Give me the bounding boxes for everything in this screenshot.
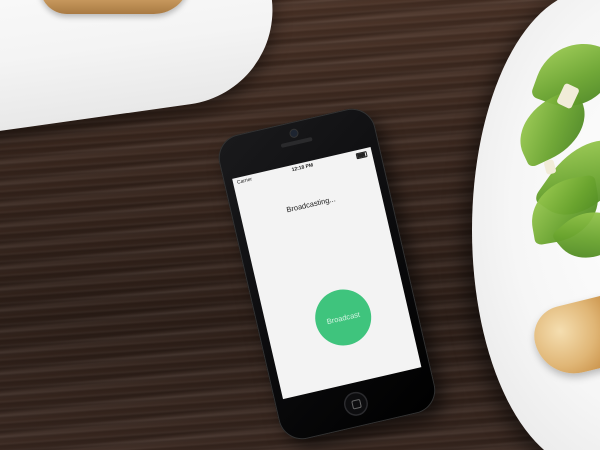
broadcast-status-text: Broadcasting... <box>285 194 337 215</box>
scene-background: Carrier 12:18 PM Broadcasting... Broadca… <box>0 0 600 450</box>
broadcast-button[interactable]: Broadcast <box>309 283 377 352</box>
home-square-icon <box>351 398 362 410</box>
phone-screen: Carrier 12:18 PM Broadcasting... Broadca… <box>232 146 422 400</box>
broadcast-button-label: Broadcast <box>325 309 361 326</box>
battery-icon <box>355 150 368 160</box>
plate-top-left <box>0 0 285 137</box>
smartphone: Carrier 12:18 PM Broadcasting... Broadca… <box>213 104 441 444</box>
